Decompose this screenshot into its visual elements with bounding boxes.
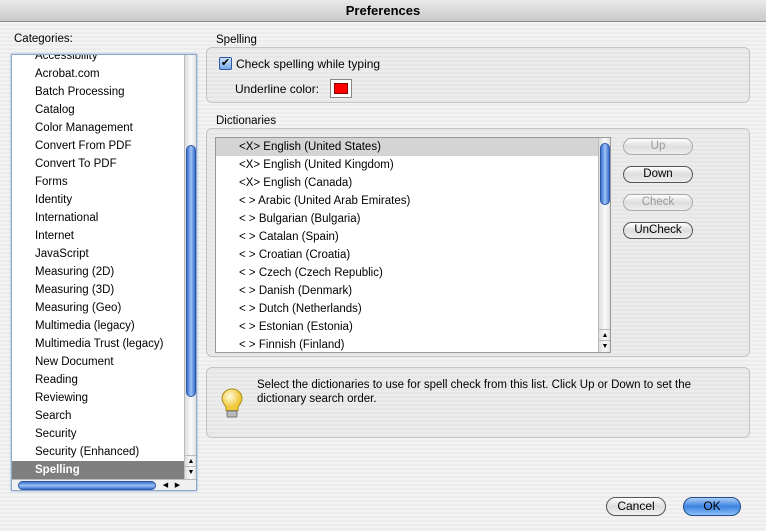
check-spelling-label: Check spelling while typing [236, 57, 381, 71]
underline-color-swatch[interactable] [330, 79, 352, 98]
up-button[interactable]: Up [623, 138, 693, 155]
scroll-down-arrow[interactable]: ▼ [599, 340, 610, 351]
dictionary-item[interactable]: < > Finnish (Finland) [216, 336, 598, 352]
dictionary-item[interactable]: <X> English (United Kingdom) [216, 156, 598, 174]
title-bar: Preferences [0, 0, 766, 22]
category-item[interactable]: Measuring (3D) [12, 281, 185, 299]
dictionary-item[interactable]: <X> English (United States) [216, 138, 598, 156]
category-item[interactable]: Search [12, 407, 185, 425]
down-button[interactable]: Down [623, 166, 693, 183]
check-spelling-checkbox[interactable]: ✔ [219, 57, 232, 70]
dictionaries-vertical-scrollbar[interactable]: ▲ ▼ [598, 138, 610, 352]
lightbulb-icon [221, 388, 243, 418]
cancel-button[interactable]: Cancel [606, 497, 666, 516]
dictionary-item[interactable]: < > Estonian (Estonia) [216, 318, 598, 336]
category-item[interactable]: JavaScript [12, 245, 185, 263]
category-item[interactable]: Multimedia Trust (legacy) [12, 335, 185, 353]
categories-label: Categories: [14, 33, 73, 45]
dictionary-item[interactable]: < > Czech (Czech Republic) [216, 264, 598, 282]
check-button[interactable]: Check [623, 194, 693, 211]
category-item[interactable]: Reading [12, 371, 185, 389]
categories-list[interactable]: Accessibility Acrobat.com Batch Processing… [11, 54, 197, 491]
dictionaries-list[interactable]: <X> English (United States) <X> English (… [215, 137, 611, 353]
dictionary-item[interactable]: <X> English (Canada) [216, 174, 598, 192]
category-item[interactable]: Security (Enhanced) [12, 443, 185, 461]
category-item[interactable]: Convert From PDF [12, 137, 185, 155]
spelling-group: ✔ Check spelling while typing Underline … [206, 47, 750, 103]
category-item[interactable]: Security [12, 425, 185, 443]
category-item[interactable]: Convert To PDF [12, 155, 185, 173]
category-item[interactable]: Reviewing [12, 389, 185, 407]
underline-color-label: Underline color: [235, 82, 320, 96]
info-text: Select the dictionaries to use for spell… [257, 379, 691, 405]
category-item[interactable]: Identity [12, 191, 185, 209]
dictionary-item[interactable]: < > Danish (Denmark) [216, 282, 598, 300]
dictionary-item[interactable]: < > Dutch (Netherlands) [216, 300, 598, 318]
scroll-up-arrow[interactable]: ▲ [185, 455, 196, 466]
scroll-up-arrow[interactable]: ▲ [599, 329, 610, 340]
spelling-group-label: Spelling [216, 34, 257, 46]
category-item[interactable]: Batch Processing [12, 83, 185, 101]
category-item[interactable]: Spelling [12, 461, 185, 479]
category-item[interactable]: Measuring (Geo) [12, 299, 185, 317]
scroll-right-arrow[interactable]: ▶ [172, 480, 183, 490]
category-item[interactable]: International [12, 209, 185, 227]
category-item[interactable]: Accessibility [12, 55, 185, 65]
category-item[interactable]: Forms [12, 173, 185, 191]
window-title: Preferences [345, 3, 421, 18]
categories-horizontal-scrollbar[interactable]: ◀ ▶ [12, 479, 196, 490]
scroll-thumb[interactable] [600, 143, 610, 205]
uncheck-button[interactable]: UnCheck [623, 222, 693, 239]
dictionaries-group-label: Dictionaries [216, 115, 277, 127]
dictionary-item[interactable]: < > Catalan (Spain) [216, 228, 598, 246]
ok-button[interactable]: OK [683, 497, 741, 516]
scroll-down-arrow[interactable]: ▼ [185, 466, 196, 477]
category-item[interactable]: New Document [12, 353, 185, 371]
dictionary-item[interactable]: < > Bulgarian (Bulgaria) [216, 210, 598, 228]
scroll-left-arrow[interactable]: ◀ [160, 480, 171, 490]
h-scroll-thumb[interactable] [18, 481, 156, 490]
categories-vertical-scrollbar[interactable]: ▲ ▼ [184, 55, 196, 479]
category-item[interactable]: Color Management [12, 119, 185, 137]
dictionary-item[interactable]: < > Arabic (United Arab Emirates) [216, 192, 598, 210]
category-item[interactable]: Acrobat.com [12, 65, 185, 83]
info-panel: Select the dictionaries to use for spell… [206, 367, 750, 438]
category-item[interactable]: Multimedia (legacy) [12, 317, 185, 335]
scroll-thumb[interactable] [186, 145, 196, 397]
category-item[interactable]: Internet [12, 227, 185, 245]
category-item[interactable]: Measuring (2D) [12, 263, 185, 281]
dictionary-item[interactable]: < > Croatian (Croatia) [216, 246, 598, 264]
category-item[interactable]: Catalog [12, 101, 185, 119]
